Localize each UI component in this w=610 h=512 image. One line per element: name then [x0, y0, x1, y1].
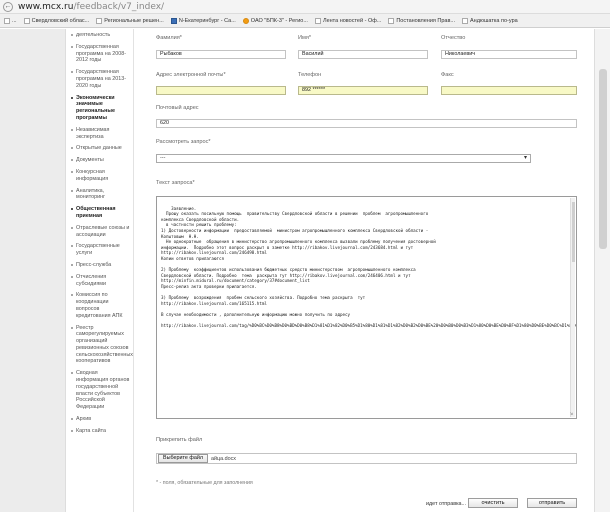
sidebar-item[interactable]: Документы	[66, 157, 133, 164]
clear-button[interactable]: очистить	[468, 498, 518, 508]
feedback-form: Фамилия* Рыбаков Имя* Василий Отчество Н…	[134, 29, 594, 512]
topic-select[interactable]: --- ▾	[156, 154, 531, 163]
surname-label: Фамилия*	[156, 35, 182, 41]
bookmark-label: ОАО "БПК-3" - Регио...	[250, 17, 308, 24]
page-icon	[96, 17, 103, 24]
patronymic-label: Отчество	[441, 35, 466, 41]
page-icon	[170, 17, 177, 24]
postal-address-label: Почтовый адрес	[156, 105, 199, 111]
bookmark-item[interactable]: Лента новостей - Оф...	[314, 17, 382, 24]
sidebar-item[interactable]: Карта сайта	[66, 428, 133, 435]
address-bar[interactable]: ← www.mcx.ru/feedback/v7_index/	[0, 0, 610, 14]
page-icon	[314, 17, 321, 24]
bookmarks-bar: ... Свердловский облас... Региональные р…	[0, 14, 610, 28]
topic-label: Рассмотреть запрос*	[156, 139, 211, 145]
bookmark-label: Региональные решен...	[104, 17, 164, 24]
surname-field[interactable]: Рыбаков	[156, 50, 286, 59]
bookmark-item[interactable]: ОАО "БПК-3" - Регио...	[242, 17, 308, 24]
sidebar-item[interactable]: Отраслевые союзы и ассоциации	[66, 225, 133, 239]
textarea-scroll-thumb[interactable]	[572, 202, 575, 262]
name-field[interactable]: Василий	[298, 50, 428, 59]
sidebar-item[interactable]: Государственная программа на 2013-2020 г…	[66, 69, 133, 89]
bookmark-item[interactable]: Региональные решен...	[96, 17, 164, 24]
page-left-margin	[0, 29, 66, 512]
file-input[interactable]: Выберите файл айца.docx	[156, 453, 577, 464]
bookmark-item[interactable]: Свердловский облас...	[23, 17, 90, 24]
bookmark-item[interactable]: Андюшатка по-ура	[461, 17, 518, 24]
sidebar-item[interactable]: Архив	[66, 416, 133, 423]
attach-file-label: Прикрепить файл	[156, 437, 203, 443]
request-text-area[interactable]: Заявление. Прошу оказать посильную помощ…	[156, 196, 577, 419]
chevron-down-icon: ▾	[523, 155, 527, 161]
choose-file-button[interactable]: Выберите файл	[158, 454, 208, 463]
bookmark-item[interactable]: N-Екатеринбург - Са...	[170, 17, 236, 24]
required-fields-note: * - поля, обязательные для заполнения	[156, 480, 253, 486]
phone-field[interactable]: 892 ******	[298, 86, 428, 95]
textarea-scrollbar[interactable]	[570, 198, 575, 417]
patronymic-field[interactable]: Николаевич	[441, 50, 577, 59]
page-scroll-thumb[interactable]	[599, 69, 607, 249]
sidebar-item[interactable]: Сводная информация органов государственн…	[66, 370, 133, 411]
email-label: Адрес электронной почты*	[156, 72, 226, 78]
url-host: www.mcx.ru	[18, 1, 74, 12]
page-icon	[461, 17, 468, 24]
phone-label: Телефон	[298, 72, 322, 78]
sidebar-nav: деятельность Государственная программа н…	[66, 29, 134, 512]
bookmark-label: Свердловский облас...	[31, 17, 90, 24]
fax-field[interactable]	[441, 86, 577, 95]
email-field[interactable]	[156, 86, 286, 95]
bookmark-label: N-Екатеринбург - Са...	[178, 17, 236, 24]
sidebar-item[interactable]: Конкурсная информация	[66, 169, 133, 183]
page-icon	[388, 17, 395, 24]
sidebar-item[interactable]: Отчисления субсидиями	[66, 274, 133, 288]
bookmark-label: Постановления Прав...	[396, 17, 455, 24]
bookmark-label: Лента новостей - Оф...	[322, 17, 382, 24]
sidebar-item-active[interactable]: Экономически значимые региональные прогр…	[66, 95, 133, 122]
sidebar-item[interactable]: Пресс-служба	[66, 262, 133, 269]
bookmark-item[interactable]: ...	[4, 17, 17, 24]
sidebar-item-active[interactable]: Общественная приемная	[66, 206, 133, 220]
topic-selected-value: ---	[160, 155, 166, 161]
sidebar-item[interactable]: Независимая экспертиза	[66, 127, 133, 141]
sidebar-item[interactable]: Открытые данные	[66, 145, 133, 152]
sidebar-item[interactable]: Реестр саморегулируемых организаций реви…	[66, 325, 133, 366]
sidebar-item[interactable]: деятельность	[66, 32, 133, 39]
page-icon	[23, 17, 30, 24]
name-label: Имя*	[298, 35, 312, 41]
resize-handle-icon[interactable]: ⇲	[570, 412, 575, 417]
request-text-content: Заявление. Прошу оказать посильную помощ…	[161, 205, 577, 329]
sidebar-item[interactable]: Государственные услуги	[66, 243, 133, 257]
bookmark-label: ...	[12, 17, 17, 24]
bookmark-item[interactable]: Постановления Прав...	[388, 17, 455, 24]
fax-label: Факс	[441, 72, 454, 78]
url-text[interactable]: www.mcx.ru/feedback/v7_index/	[18, 2, 164, 12]
url-path: /feedback/v7_index/	[73, 1, 165, 12]
back-arrow-icon[interactable]: ←	[3, 2, 13, 12]
page-scrollbar[interactable]	[594, 29, 610, 512]
submit-button[interactable]: отправить	[527, 498, 577, 508]
postal-address-field[interactable]: 620	[156, 119, 577, 128]
page-icon	[4, 17, 10, 24]
sidebar-item[interactable]: Комиссия по координации вопросов кредито…	[66, 292, 133, 319]
sidebar-item[interactable]: Государственная программа на 2008-2012 г…	[66, 44, 133, 64]
file-name: айца.docx	[211, 455, 236, 462]
bookmark-label: Андюшатка по-ура	[469, 17, 518, 24]
orange-circle-icon	[242, 17, 249, 24]
sidebar-item[interactable]: Аналитика, мониторинг	[66, 188, 133, 202]
request-text-label: Текст запроса*	[156, 180, 195, 186]
sending-status: идет отправка...	[426, 501, 467, 507]
